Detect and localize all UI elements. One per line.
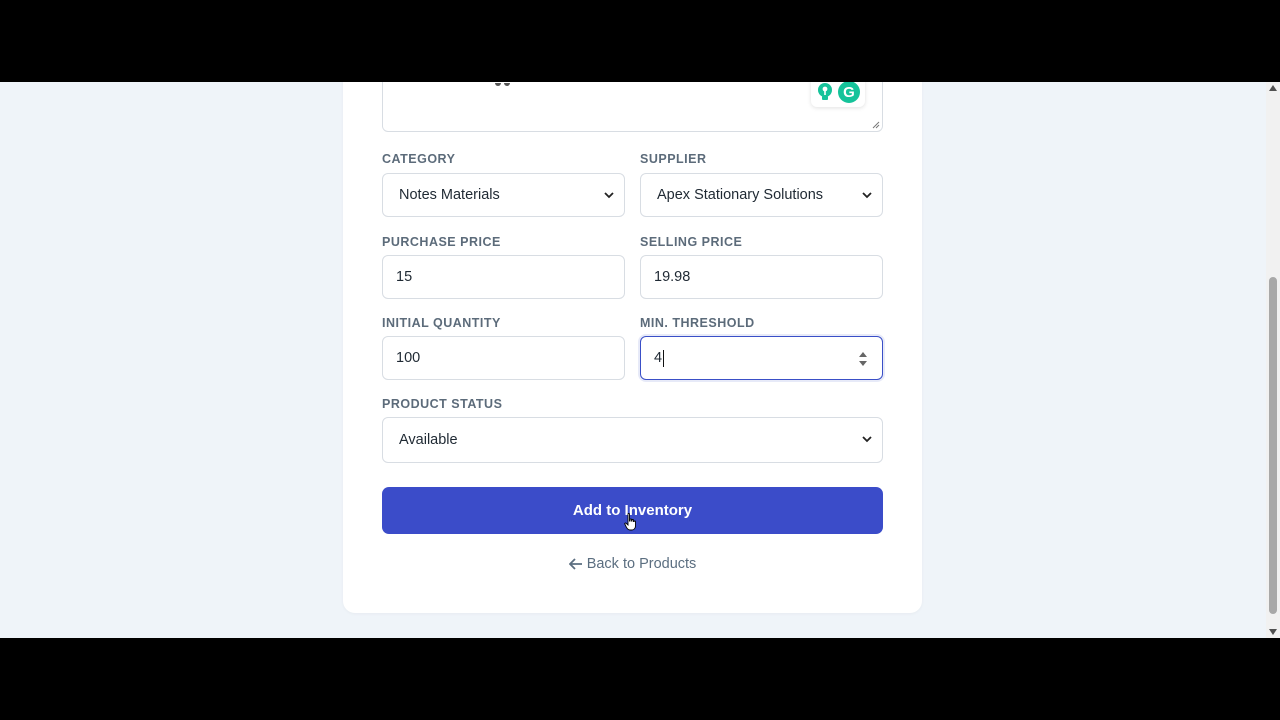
resize-handle-icon[interactable] [872, 121, 880, 129]
product-status-select[interactable]: Available [382, 417, 883, 463]
chevron-down-icon [862, 436, 872, 443]
scroll-down-arrow-icon[interactable] [1269, 629, 1277, 635]
back-to-products-link[interactable]: Back to Products [382, 554, 883, 574]
selling-price-label: SELLING PRICE [640, 235, 743, 249]
supplier-label: SUPPLIER [640, 152, 707, 166]
chevron-down-icon [862, 192, 872, 199]
purchase-price-input[interactable]: 15 [382, 255, 625, 299]
selling-price-input[interactable]: 19.98 [640, 255, 883, 299]
min-threshold-label: MIN. THRESHOLD [640, 316, 755, 330]
initial-quantity-input[interactable]: 100 [382, 336, 625, 380]
vertical-scrollbar[interactable] [1266, 82, 1280, 638]
arrow-left-icon [568, 558, 582, 570]
purchase-price-value: 15 [396, 269, 413, 285]
page-viewport: G CATEGORY Notes Materials SUPPLIER Apex… [0, 82, 1280, 638]
number-spinner-icon[interactable] [858, 349, 868, 369]
min-threshold-value: 4 [654, 350, 663, 366]
purchase-price-label: PURCHASE PRICE [382, 235, 501, 249]
hand-pointer-cursor-icon [624, 513, 636, 531]
supplier-select[interactable]: Apex Stationary Solutions [640, 173, 883, 217]
initial-quantity-value: 100 [396, 350, 421, 366]
lightbulb-icon[interactable] [816, 82, 834, 102]
grammarly-widget[interactable]: G [811, 82, 865, 107]
supplier-value: Apex Stationary Solutions [657, 187, 824, 203]
scroll-up-arrow-icon[interactable] [1269, 85, 1277, 91]
product-status-label: PRODUCT STATUS [382, 397, 503, 411]
chevron-down-icon [604, 192, 614, 199]
min-threshold-input[interactable]: 4 [640, 336, 883, 380]
product-status-value: Available [399, 432, 458, 448]
scrollbar-thumb[interactable] [1269, 277, 1277, 614]
grammarly-icon[interactable]: G [838, 82, 860, 103]
category-label: CATEGORY [382, 152, 456, 166]
category-value: Notes Materials [399, 187, 500, 203]
text-caret [663, 349, 665, 367]
category-select[interactable]: Notes Materials [382, 173, 625, 217]
description-textarea[interactable]: G [382, 82, 883, 132]
selling-price-value: 19.98 [654, 269, 691, 285]
back-to-products-label: Back to Products [586, 556, 697, 572]
initial-quantity-label: INITIAL QUANTITY [382, 316, 501, 330]
